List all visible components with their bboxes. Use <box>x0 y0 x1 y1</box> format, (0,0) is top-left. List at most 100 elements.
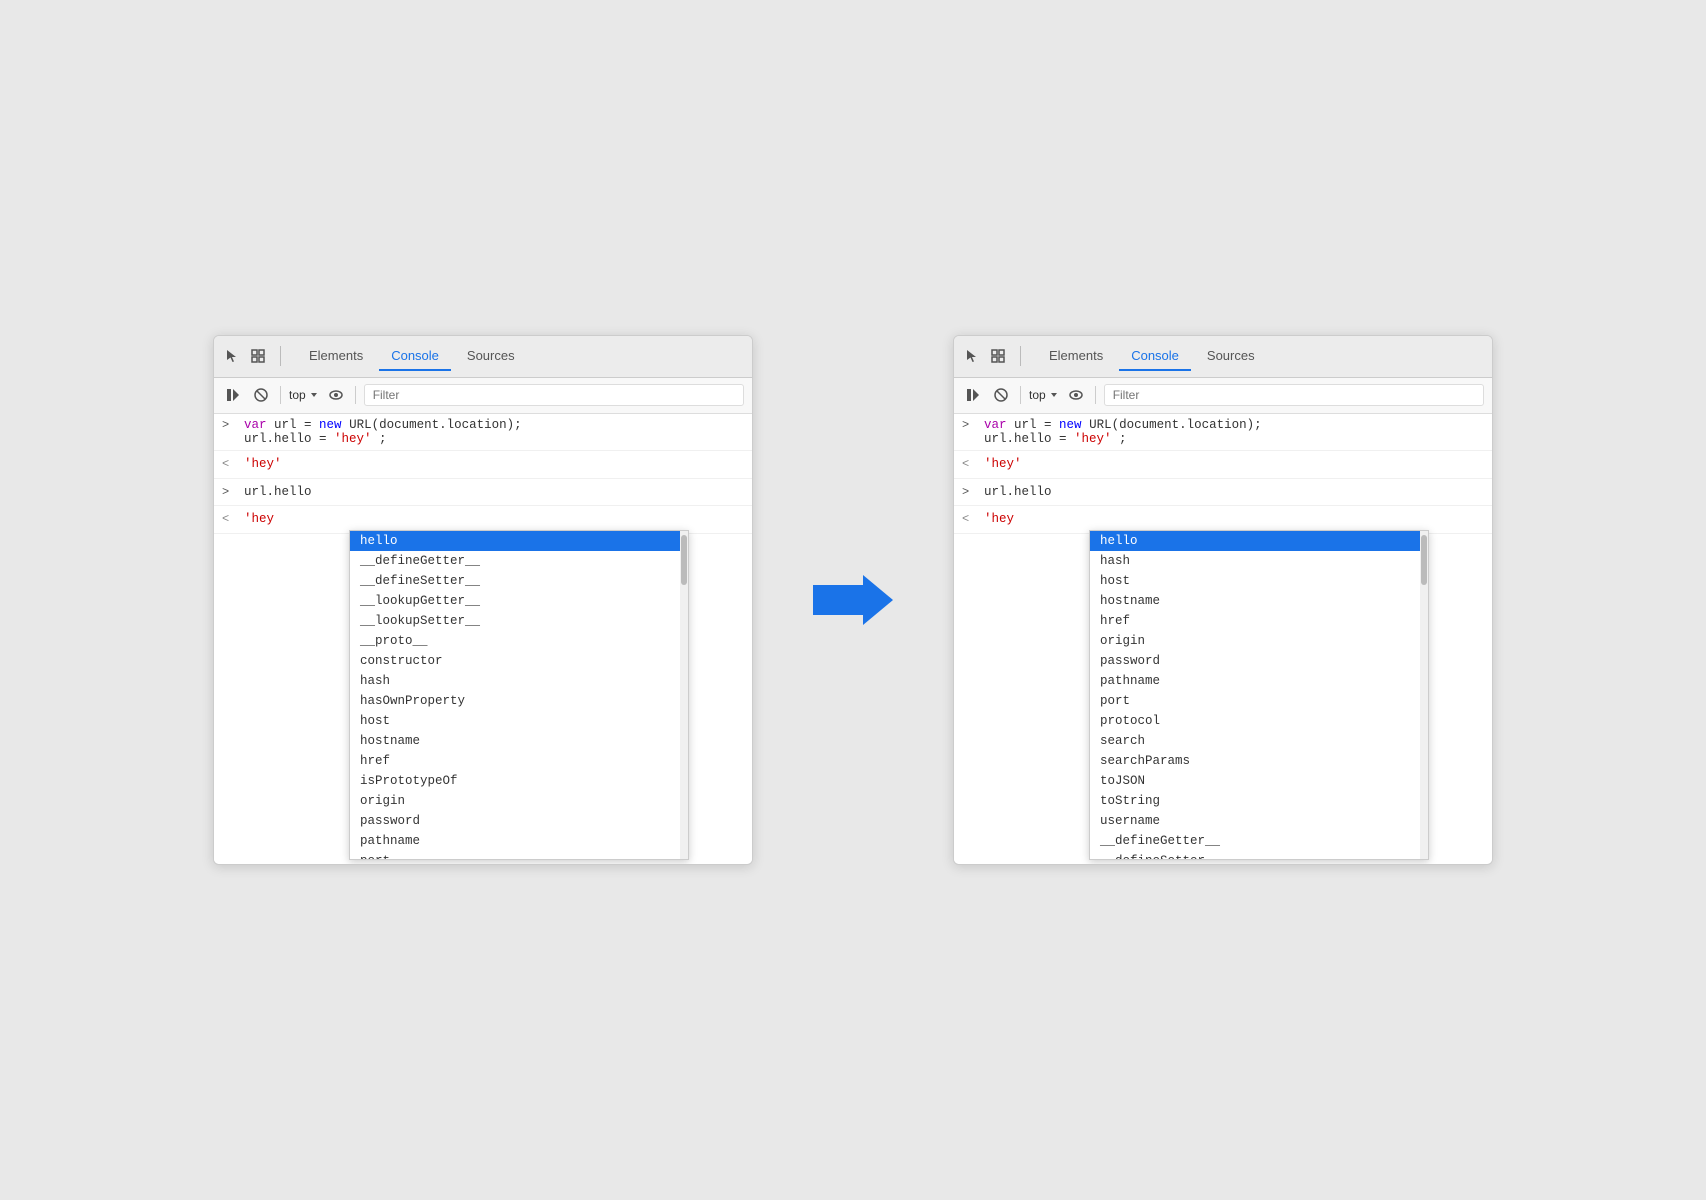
right-eye-btn[interactable] <box>1065 384 1087 406</box>
left-output-value-2: 'hey <box>244 510 274 529</box>
left-tab-bar: Elements Console Sources <box>214 336 752 378</box>
right-console-line-3: > url.hello <box>954 479 1492 507</box>
right-ac-item-port[interactable]: port <box>1090 691 1428 711</box>
left-tab-icons <box>222 346 281 366</box>
right-ac-item-hostname[interactable]: hostname <box>1090 591 1428 611</box>
left-tab-console[interactable]: Console <box>379 342 451 371</box>
left-ac-item-host[interactable]: host <box>350 711 688 731</box>
right-toolbar-divider <box>1020 386 1021 404</box>
right-autocomplete-scrollbar <box>1420 531 1428 859</box>
left-ac-item-pathname[interactable]: pathname <box>350 831 688 851</box>
right-code-3: url.hello <box>984 483 1052 502</box>
right-filter-input[interactable] <box>1104 384 1484 406</box>
left-tab-elements[interactable]: Elements <box>297 342 375 371</box>
right-output-value-1: 'hey' <box>984 455 1022 474</box>
right-ac-item-protocol[interactable]: protocol <box>1090 711 1428 731</box>
left-ac-item-constructor[interactable]: constructor <box>350 651 688 671</box>
right-block-btn[interactable] <box>990 384 1012 406</box>
right-autocomplete-popup[interactable]: hello hash host hostname href origin pas… <box>1089 530 1429 860</box>
left-ac-item-hello[interactable]: hello <box>350 531 688 551</box>
right-ac-item-searchParams[interactable]: searchParams <box>1090 751 1428 771</box>
right-input-arrow-2: > <box>962 483 976 501</box>
right-output-arrow-2: < <box>962 510 976 528</box>
left-ac-item-password[interactable]: password <box>350 811 688 831</box>
left-output-arrow-1: < <box>222 455 236 473</box>
right-output-arrow-1: < <box>962 455 976 473</box>
right-ac-item-defineSetter[interactable]: __defineSetter__ <box>1090 851 1428 860</box>
right-autocomplete-scrollbar-thumb <box>1421 535 1427 585</box>
left-block-btn[interactable] <box>250 384 272 406</box>
left-ac-item-lookupSetter[interactable]: __lookupSetter__ <box>350 611 688 631</box>
right-tab-icons <box>962 346 1021 366</box>
left-toolbar-divider2 <box>355 386 356 404</box>
left-ac-item-proto[interactable]: __proto__ <box>350 631 688 651</box>
right-toolbar: top <box>954 378 1492 414</box>
right-cursor-icon[interactable] <box>962 346 982 366</box>
main-container: Elements Console Sources top <box>213 335 1493 865</box>
right-tab-sources[interactable]: Sources <box>1195 342 1267 371</box>
right-input-arrow-1: > <box>962 418 976 432</box>
left-ac-item-isPrototypeOf[interactable]: isPrototypeOf <box>350 771 688 791</box>
left-ac-item-defineGetter[interactable]: __defineGetter__ <box>350 551 688 571</box>
direction-arrow <box>813 570 893 630</box>
right-run-btn[interactable] <box>962 384 984 406</box>
left-ac-item-port[interactable]: port <box>350 851 688 860</box>
left-cursor-icon[interactable] <box>222 346 242 366</box>
left-ac-item-href[interactable]: href <box>350 751 688 771</box>
right-inspect-icon[interactable] <box>988 346 1008 366</box>
right-ac-item-hash[interactable]: hash <box>1090 551 1428 571</box>
right-code-1b: url.hello = 'hey' ; <box>984 432 1127 446</box>
left-ac-item-defineSetter[interactable]: __defineSetter__ <box>350 571 688 591</box>
left-code-1b: url.hello = 'hey' ; <box>244 432 387 446</box>
right-console-content: > var url = new URL(document.location); … <box>954 414 1492 864</box>
left-code-3: url.hello <box>244 483 312 502</box>
right-ac-item-toJSON[interactable]: toJSON <box>1090 771 1428 791</box>
left-ac-item-lookupGetter[interactable]: __lookupGetter__ <box>350 591 688 611</box>
right-top-selector[interactable]: top <box>1029 388 1059 402</box>
left-ac-item-origin[interactable]: origin <box>350 791 688 811</box>
right-ac-item-password[interactable]: password <box>1090 651 1428 671</box>
right-ac-item-toString[interactable]: toString <box>1090 791 1428 811</box>
left-inspect-icon[interactable] <box>248 346 268 366</box>
left-output-value-1: 'hey' <box>244 455 282 474</box>
right-console-line-1: > var url = new URL(document.location); … <box>954 414 1492 451</box>
left-console-line-3: > url.hello <box>214 479 752 507</box>
left-devtools-panel: Elements Console Sources top <box>213 335 753 865</box>
left-eye-btn[interactable] <box>325 384 347 406</box>
right-ac-item-defineGetter[interactable]: __defineGetter__ <box>1090 831 1428 851</box>
right-ac-item-hello[interactable]: hello <box>1090 531 1428 551</box>
left-code-1: var url = new URL(document.location); <box>244 418 522 432</box>
left-top-selector[interactable]: top <box>289 388 319 402</box>
left-console-content: > var url = new URL(document.location); … <box>214 414 752 864</box>
right-code-1: var url = new URL(document.location); <box>984 418 1262 432</box>
right-ac-item-pathname[interactable]: pathname <box>1090 671 1428 691</box>
left-toolbar-divider <box>280 386 281 404</box>
left-tab-sources[interactable]: Sources <box>455 342 527 371</box>
left-run-btn[interactable] <box>222 384 244 406</box>
left-ac-item-hasOwnProperty[interactable]: hasOwnProperty <box>350 691 688 711</box>
right-top-label: top <box>1029 388 1046 402</box>
right-tab-elements[interactable]: Elements <box>1037 342 1115 371</box>
right-devtools-panel: Elements Console Sources top <box>953 335 1493 865</box>
right-ac-item-href[interactable]: href <box>1090 611 1428 631</box>
right-console-output-1: < 'hey' <box>954 451 1492 479</box>
arrow-container <box>813 570 893 630</box>
right-ac-item-origin[interactable]: origin <box>1090 631 1428 651</box>
right-tab-bar: Elements Console Sources <box>954 336 1492 378</box>
left-autocomplete-scrollbar <box>680 531 688 859</box>
left-filter-input[interactable] <box>364 384 744 406</box>
left-ac-item-hostname[interactable]: hostname <box>350 731 688 751</box>
left-ac-item-hash[interactable]: hash <box>350 671 688 691</box>
right-ac-item-username[interactable]: username <box>1090 811 1428 831</box>
left-output-arrow-2: < <box>222 510 236 528</box>
left-console-output-1: < 'hey' <box>214 451 752 479</box>
right-tab-console[interactable]: Console <box>1119 342 1191 371</box>
right-ac-item-host[interactable]: host <box>1090 571 1428 591</box>
right-output-value-2: 'hey <box>984 510 1014 529</box>
left-autocomplete-popup[interactable]: hello __defineGetter__ __defineSetter__ … <box>349 530 689 860</box>
right-toolbar-divider2 <box>1095 386 1096 404</box>
left-toolbar: top <box>214 378 752 414</box>
left-input-arrow-2: > <box>222 483 236 501</box>
right-ac-item-search[interactable]: search <box>1090 731 1428 751</box>
left-top-label: top <box>289 388 306 402</box>
